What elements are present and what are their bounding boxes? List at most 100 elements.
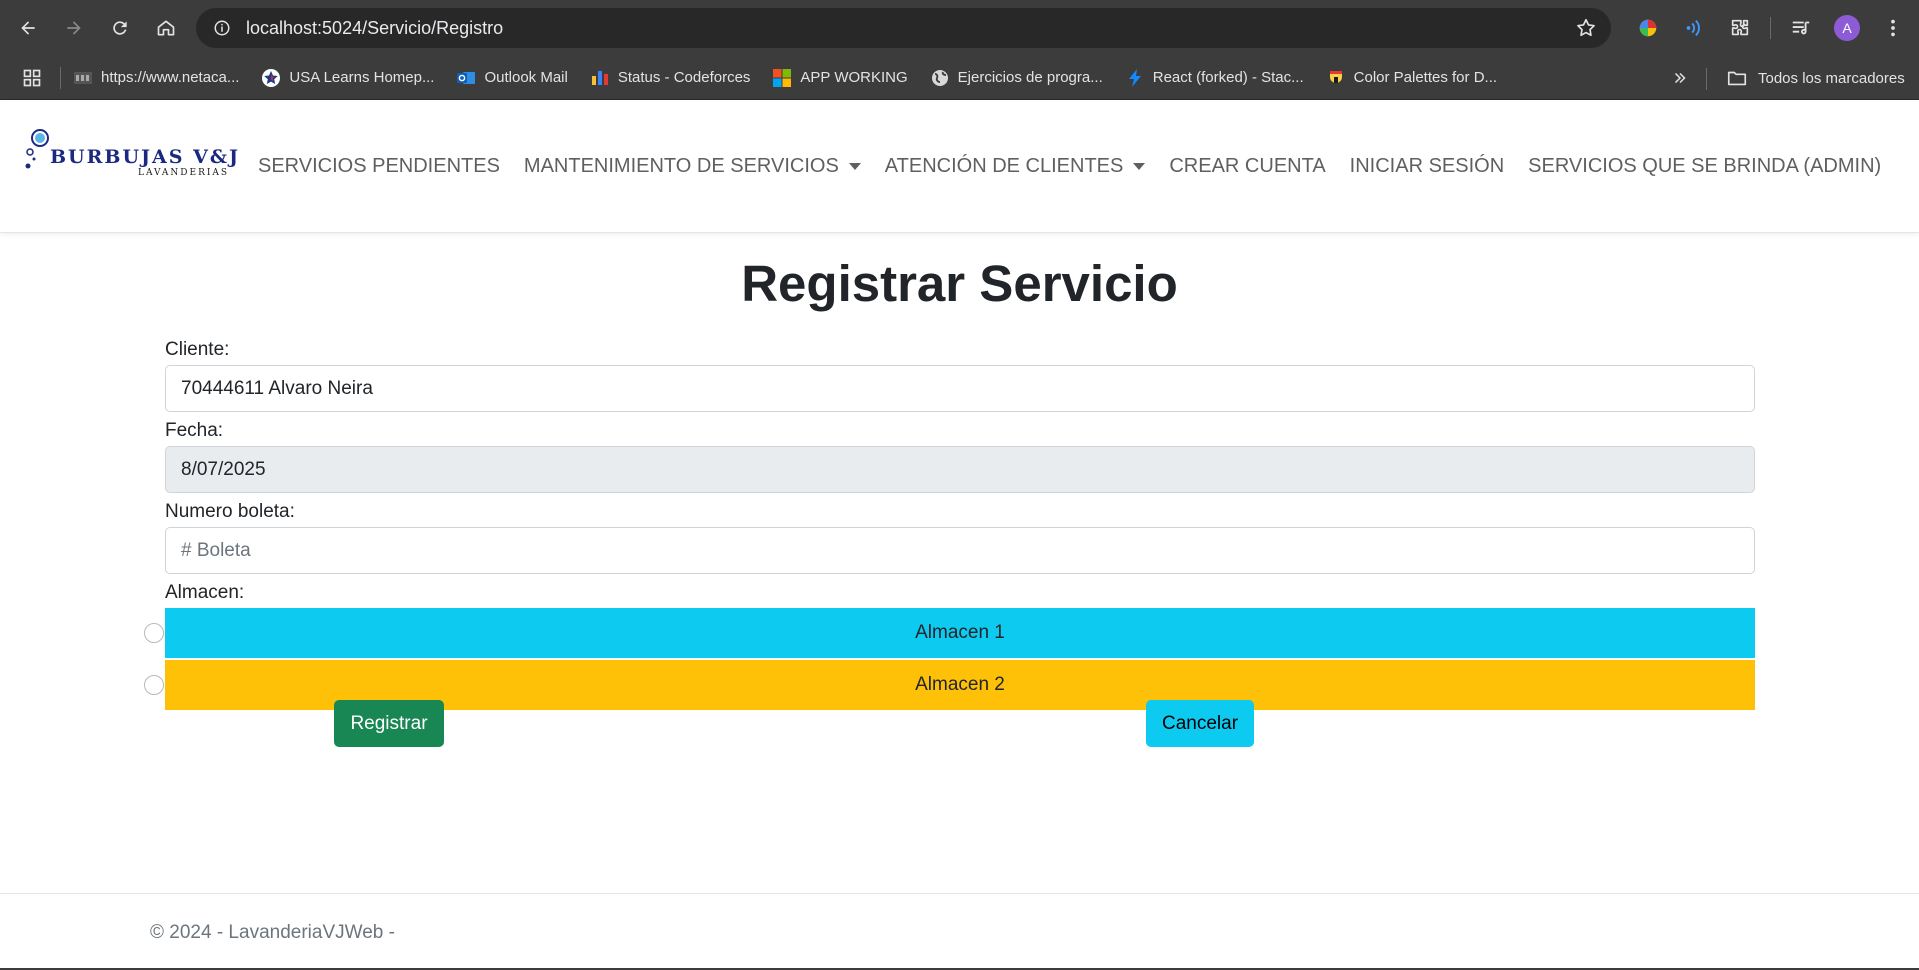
more-vertical-icon <box>1891 19 1895 37</box>
all-bookmarks-label: Todos los marcadores <box>1758 69 1905 87</box>
register-button[interactable]: Registrar <box>334 700 444 747</box>
site-header: BURBUJAS V&J LAVANDERIAS SERVICIOS PENDI… <box>0 100 1919 233</box>
almacen-label: Almacen: <box>165 582 245 603</box>
bookmark-netacad[interactable]: https://www.netaca... <box>73 62 239 94</box>
fecha-input[interactable] <box>165 446 1755 493</box>
forward-button[interactable] <box>54 8 94 48</box>
bookmark-usa-learns[interactable]: USA Learns Homep... <box>261 62 434 94</box>
boleta-input[interactable] <box>165 527 1755 574</box>
codeforces-icon <box>590 68 610 88</box>
nav-label: SERVICIOS PENDIENTES <box>258 155 500 177</box>
site-info-button[interactable] <box>202 8 242 48</box>
extensions-area: A <box>1628 8 1919 48</box>
browser-toolbar: localhost:5024/Servicio/Registro A <box>0 0 1919 56</box>
almacen-2-label: Almacen 2 <box>915 674 1005 695</box>
bookmark-ejercicios[interactable]: Ejercicios de progra... <box>930 62 1103 94</box>
back-button[interactable] <box>8 8 48 48</box>
bookmark-outlook[interactable]: Outlook Mail <box>456 62 568 94</box>
almacen-option-1: Almacen 1 <box>144 608 1755 658</box>
bolt-icon <box>1125 68 1145 88</box>
color-wheel-icon <box>1639 19 1657 37</box>
brand-logo[interactable]: BURBUJAS V&J LAVANDERIAS <box>22 126 238 186</box>
more-bookmarks-button[interactable] <box>1664 62 1696 94</box>
puzzle-icon <box>1731 19 1749 36</box>
arrow-left-icon <box>21 21 35 35</box>
nav-label: ATENCIÓN DE CLIENTES <box>884 155 1124 177</box>
nav-servicios-admin[interactable]: SERVICIOS QUE SE BRINDA (ADMIN) <box>1526 147 1883 186</box>
menu-button[interactable] <box>1873 8 1913 48</box>
brand-name: BURBUJAS V&J <box>50 146 240 168</box>
almacen-1-bar[interactable]: Almacen 1 <box>165 608 1755 658</box>
fecha-label: Fecha: <box>165 420 224 441</box>
reload-icon <box>113 21 127 35</box>
double-chevron-right-icon <box>1674 72 1686 84</box>
bookmark-star-icon[interactable] <box>1575 17 1597 39</box>
almacen-2-radio[interactable] <box>144 675 164 695</box>
apps-grid-icon <box>23 69 41 86</box>
address-bar[interactable]: localhost:5024/Servicio/Registro <box>196 8 1611 48</box>
bookmarks-separator <box>1706 68 1707 90</box>
star-badge-icon <box>261 68 281 88</box>
bookmark-label: https://www.netaca... <box>101 69 240 86</box>
bookmark-label: Status - Codeforces <box>617 69 751 86</box>
microsoft-icon <box>772 68 792 88</box>
bookmark-codeforces[interactable]: Status - Codeforces <box>590 62 751 94</box>
bookmark-label: React (forked) - Stac... <box>1152 69 1304 86</box>
signal-icon <box>1686 20 1700 36</box>
info-circle-icon <box>214 20 230 36</box>
reading-list-button[interactable] <box>1781 8 1821 48</box>
toolbar-separator <box>1770 17 1771 39</box>
main-nav: SERVICIOS PENDIENTES MANTENIMIENTO DE SE… <box>256 100 1903 233</box>
caret-down-icon <box>848 163 861 170</box>
reload-button[interactable] <box>100 8 140 48</box>
nav-mantenimiento-servicios-dropdown[interactable]: MANTENIMIENTO DE SERVICIOS <box>522 147 863 186</box>
color-extension-button[interactable] <box>1628 8 1668 48</box>
nav-iniciar-sesion[interactable]: INICIAR SESIÓN <box>1348 147 1506 186</box>
palette-icon <box>1326 68 1346 88</box>
cancel-button[interactable]: Cancelar <box>1146 700 1254 747</box>
boleta-label: Numero boleta: <box>165 501 295 522</box>
home-icon <box>157 20 175 36</box>
all-bookmarks-button[interactable]: Todos los marcadores <box>1726 62 1905 94</box>
bookmarks-bar: https://www.netaca... USA Learns Homep..… <box>0 56 1919 100</box>
site-footer: © 2024 - LavanderiaVJWeb - <box>0 893 1919 970</box>
bookmark-label: Outlook Mail <box>484 69 568 86</box>
bookmark-app-working[interactable]: APP WORKING <box>772 62 908 94</box>
bookmark-react-stackblitz[interactable]: React (forked) - Stac... <box>1125 62 1304 94</box>
nav-label: INICIAR SESIÓN <box>1349 155 1505 177</box>
almacen-1-radio[interactable] <box>144 623 164 643</box>
nav-atencion-clientes-dropdown[interactable]: ATENCIÓN DE CLIENTES <box>883 147 1148 186</box>
footer-copyright: © 2024 - LavanderiaVJWeb - <box>150 922 395 943</box>
register-service-form: Cliente: Fecha: Numero boleta: Almacen: … <box>144 335 1755 712</box>
brand-subtitle: LAVANDERIAS <box>138 168 230 178</box>
bookmarks-separator <box>60 66 61 89</box>
nav-label: CREAR CUENTA <box>1169 155 1326 177</box>
extensions-button[interactable] <box>1720 8 1760 48</box>
almacen-1-label: Almacen 1 <box>915 622 1005 643</box>
arrow-right-icon <box>67 21 81 35</box>
page-title: Registrar Servicio <box>741 255 1178 312</box>
apps-button[interactable] <box>12 58 52 98</box>
nav-servicios-pendientes[interactable]: SERVICIOS PENDIENTES <box>256 147 502 186</box>
globe-icon <box>930 68 950 88</box>
outlook-icon <box>456 68 476 88</box>
bookmark-label: Ejercicios de progra... <box>957 69 1103 86</box>
avatar: A <box>1834 15 1860 41</box>
home-button[interactable] <box>146 8 186 48</box>
profile-button[interactable]: A <box>1827 8 1867 48</box>
wifi-extension-button[interactable] <box>1674 8 1714 48</box>
netacad-icon <box>73 68 93 88</box>
bookmark-label: Color Palettes for D... <box>1353 69 1498 86</box>
nav-crear-cuenta[interactable]: CREAR CUENTA <box>1167 147 1327 186</box>
bookmark-label: APP WORKING <box>800 69 908 86</box>
cliente-input[interactable] <box>165 365 1755 412</box>
cliente-label: Cliente: <box>165 339 230 360</box>
nav-label: SERVICIOS QUE SE BRINDA (ADMIN) <box>1528 155 1882 177</box>
nav-label: MANTENIMIENTO DE SERVICIOS <box>523 155 839 177</box>
bookmark-label: USA Learns Homep... <box>289 69 435 86</box>
bookmark-color-palettes[interactable]: Color Palettes for D... <box>1326 62 1497 94</box>
media-queue-icon <box>1792 21 1810 35</box>
folder-icon <box>1727 71 1747 86</box>
caret-down-icon <box>1133 163 1146 170</box>
url-text[interactable]: localhost:5024/Servicio/Registro <box>246 18 503 39</box>
